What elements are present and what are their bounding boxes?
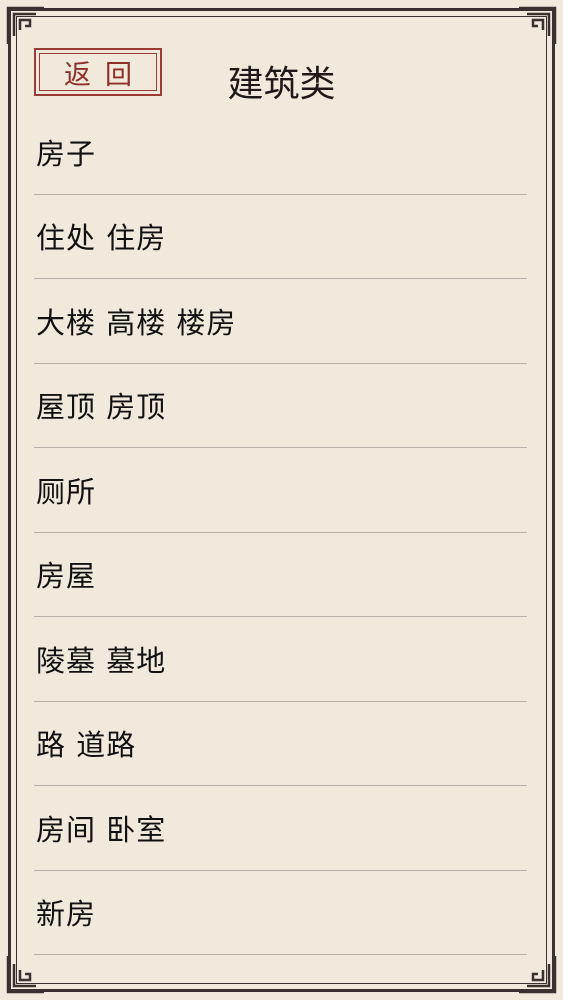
- list-item[interactable]: 房子: [34, 110, 527, 195]
- list-item[interactable]: 房间 卧室: [34, 786, 527, 871]
- list-item-label: 住处 住房: [36, 221, 167, 256]
- list-item[interactable]: 陵墓 墓地: [34, 617, 527, 702]
- corner-ornament-icon: [519, 6, 557, 44]
- list-item-label: 路 道路: [36, 728, 137, 763]
- list-item-label: 陵墓 墓地: [36, 643, 167, 678]
- list-item[interactable]: 厕所: [34, 448, 527, 533]
- list-item[interactable]: 住处 住房: [34, 195, 527, 279]
- list-item[interactable]: 路 道路: [34, 702, 527, 786]
- corner-ornament-icon: [6, 6, 44, 44]
- list-item[interactable]: 屋顶 房顶: [34, 364, 527, 448]
- list-item-label: 房子: [36, 136, 97, 171]
- screen: 返回 建筑类 房子 住处 住房 大楼 高楼 楼房 屋顶 房顶 厕所 房屋 陵墓 …: [0, 0, 563, 1000]
- list-item-label: 厕所: [36, 474, 97, 509]
- page-title: 建筑类: [227, 64, 336, 105]
- corner-ornament-icon: [6, 956, 44, 994]
- list-item[interactable]: 大楼 高楼 楼房: [34, 279, 527, 364]
- list-item-label: 房屋: [36, 559, 97, 594]
- list-item-label: 屋顶 房顶: [36, 390, 167, 425]
- category-list: 房子 住处 住房 大楼 高楼 楼房 屋顶 房顶 厕所 房屋 陵墓 墓地 路 道路…: [34, 110, 527, 955]
- list-item-label: 房间 卧室: [36, 812, 167, 847]
- list-item[interactable]: 房屋: [34, 533, 527, 617]
- corner-ornament-icon: [519, 956, 557, 994]
- list-item[interactable]: 新房: [34, 871, 527, 955]
- list-item-label: 新房: [36, 897, 97, 932]
- list-item-label: 大楼 高楼 楼房: [36, 305, 237, 340]
